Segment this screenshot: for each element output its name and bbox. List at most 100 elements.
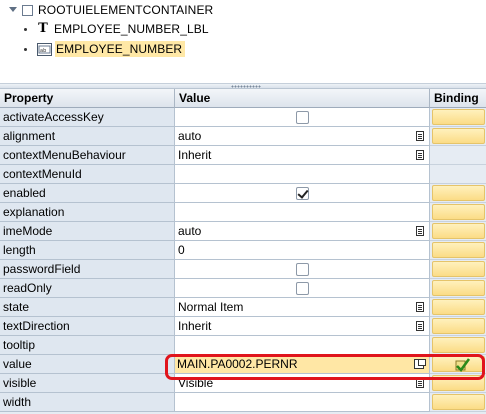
- property-value-cell[interactable]: 0: [175, 241, 430, 260]
- value-help-list-icon[interactable]: [416, 321, 424, 331]
- property-checkbox[interactable]: [296, 111, 309, 124]
- property-value: MAIN.PA0002.PERNR: [177, 357, 298, 371]
- binding-button[interactable]: [432, 128, 485, 144]
- header-value: Value: [175, 89, 430, 108]
- property-name: readOnly: [0, 279, 175, 298]
- collapse-arrow-icon[interactable]: [8, 5, 18, 15]
- property-name: visible: [0, 374, 175, 393]
- property-row-value[interactable]: value MAIN.PA0002.PERNR: [0, 355, 486, 374]
- property-name: textDirection: [0, 317, 175, 336]
- binding-cell: [430, 127, 486, 146]
- property-value-cell[interactable]: Visible: [175, 374, 430, 393]
- property-row-state[interactable]: state Normal Item: [0, 298, 486, 317]
- binding-button[interactable]: [432, 356, 485, 372]
- property-row-context-menu-id[interactable]: contextMenuId: [0, 165, 486, 184]
- property-row-enabled[interactable]: enabled: [0, 184, 486, 203]
- value-help-list-icon[interactable]: [416, 150, 424, 160]
- property-value-cell[interactable]: [175, 279, 430, 298]
- property-row-length[interactable]: length 0: [0, 241, 486, 260]
- value-help-list-icon[interactable]: [416, 226, 424, 236]
- value-help-list-icon[interactable]: [416, 302, 424, 312]
- property-name: imeMode: [0, 222, 175, 241]
- property-value-cell[interactable]: auto: [175, 222, 430, 241]
- property-name: state: [0, 298, 175, 317]
- binding-cell: [430, 317, 486, 336]
- property-row-explanation[interactable]: explanation: [0, 203, 486, 222]
- value-help-list-icon[interactable]: [416, 131, 424, 141]
- tree-bullet-icon: [24, 47, 27, 51]
- tree-bullet-icon: [24, 27, 27, 31]
- property-value-cell[interactable]: [175, 184, 430, 203]
- binding-button[interactable]: [432, 375, 485, 391]
- text-label-icon: T: [38, 21, 48, 36]
- binding-button[interactable]: [432, 204, 485, 220]
- property-row-visible[interactable]: visible Visible: [0, 374, 486, 393]
- tree-node-employee-number[interactable]: ab EMPLOYEE_NUMBER: [24, 39, 186, 59]
- binding-cell: [430, 260, 486, 279]
- property-row-read-only[interactable]: readOnly: [0, 279, 486, 298]
- binding-cell: [430, 374, 486, 393]
- value-help-list-icon[interactable]: [416, 378, 424, 388]
- open-popup-icon[interactable]: [414, 359, 426, 369]
- binding-cell: [430, 146, 486, 165]
- binding-button[interactable]: [432, 394, 485, 410]
- binding-button[interactable]: [432, 280, 485, 296]
- binding-checkmark-icon: [455, 358, 471, 372]
- binding-cell: [430, 393, 486, 412]
- property-checkbox[interactable]: [296, 187, 309, 200]
- property-value-cell[interactable]: [175, 393, 430, 412]
- property-checkbox[interactable]: [296, 263, 309, 276]
- property-value-cell[interactable]: MAIN.PA0002.PERNR: [175, 355, 430, 374]
- tree-node-label: EMPLOYEE_NUMBER_LBL: [54, 22, 209, 36]
- binding-cell: [430, 165, 486, 184]
- binding-button[interactable]: [432, 185, 485, 201]
- property-value-cell[interactable]: Inherit: [175, 317, 430, 336]
- property-grid: Property Value Binding activateAccessKey…: [0, 89, 486, 414]
- property-value-cell[interactable]: auto: [175, 127, 430, 146]
- binding-cell: [430, 222, 486, 241]
- binding-cell: [430, 108, 486, 127]
- property-name: value: [0, 355, 175, 374]
- binding-button[interactable]: [432, 299, 485, 315]
- property-name: passwordField: [0, 260, 175, 279]
- property-row-context-menu-behaviour[interactable]: contextMenuBehaviour Inherit: [0, 146, 486, 165]
- property-row-ime-mode[interactable]: imeMode auto: [0, 222, 486, 241]
- property-name: explanation: [0, 203, 175, 222]
- tree-root-label: ROOTUIELEMENTCONTAINER: [38, 3, 214, 17]
- header-binding: Binding: [430, 89, 486, 108]
- property-name: alignment: [0, 127, 175, 146]
- property-name: contextMenuId: [0, 165, 175, 184]
- property-value: auto: [178, 224, 202, 238]
- splitter-grip-icon[interactable]: [231, 85, 261, 88]
- binding-cell: [430, 184, 486, 203]
- property-value: Inherit: [178, 148, 212, 162]
- binding-button[interactable]: [432, 337, 485, 353]
- tree-root-node[interactable]: ROOTUIELEMENTCONTAINER: [8, 1, 213, 19]
- property-row-text-direction[interactable]: textDirection Inherit: [0, 317, 486, 336]
- binding-button[interactable]: [432, 223, 485, 239]
- property-value-cell[interactable]: [175, 260, 430, 279]
- property-value-cell[interactable]: Inherit: [175, 146, 430, 165]
- property-value: Normal Item: [178, 300, 244, 314]
- binding-cell: [430, 241, 486, 260]
- binding-cell: [430, 298, 486, 317]
- binding-button[interactable]: [432, 261, 485, 277]
- property-row-tooltip[interactable]: tooltip: [0, 336, 486, 355]
- property-value-cell[interactable]: Normal Item: [175, 298, 430, 317]
- property-value-cell[interactable]: [175, 203, 430, 222]
- property-value-cell[interactable]: [175, 165, 430, 184]
- property-checkbox[interactable]: [296, 282, 309, 295]
- binding-cell: [430, 336, 486, 355]
- property-value-cell[interactable]: [175, 108, 430, 127]
- binding-button[interactable]: [432, 318, 485, 334]
- svg-text:ab: ab: [40, 48, 46, 54]
- property-row-width[interactable]: width: [0, 393, 486, 412]
- property-row-activate-access-key[interactable]: activateAccessKey: [0, 108, 486, 127]
- property-value-cell[interactable]: [175, 336, 430, 355]
- property-row-password-field[interactable]: passwordField: [0, 260, 486, 279]
- binding-button[interactable]: [432, 242, 485, 258]
- property-name: width: [0, 393, 175, 412]
- property-row-alignment[interactable]: alignment auto: [0, 127, 486, 146]
- binding-button[interactable]: [432, 109, 485, 125]
- tree-node-employee-number-lbl[interactable]: T EMPLOYEE_NUMBER_LBL: [24, 19, 209, 39]
